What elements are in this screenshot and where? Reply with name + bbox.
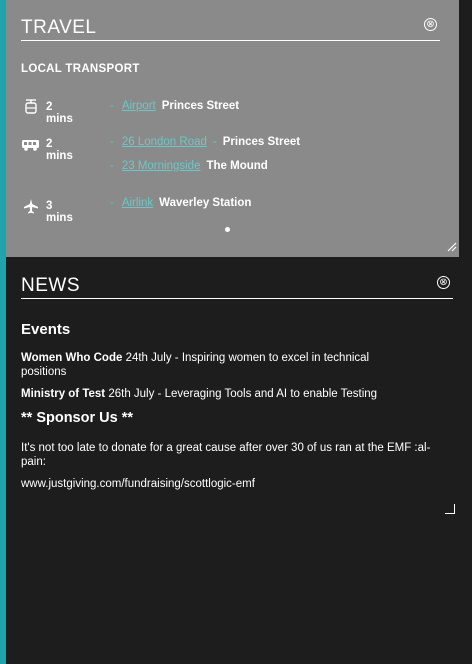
pager-dot[interactable] xyxy=(225,227,230,232)
sponsor-text: It's not too late to donate for a great … xyxy=(21,442,431,468)
news-close-icon[interactable]: ⊗ xyxy=(437,276,450,289)
event-item: Women Who Code 24th July - Inspiring wom… xyxy=(21,351,416,379)
event-item: Ministry of Test 26th July - Leveraging … xyxy=(21,387,416,401)
news-title: NEWS xyxy=(21,275,80,296)
travel-panel: TRAVEL ⊗ LOCAL TRANSPORT 2 mins - Airport… xyxy=(6,0,459,257)
sponsor-heading: ** Sponsor Us ** xyxy=(21,410,133,426)
airplane-icon xyxy=(24,199,38,214)
travel-close-icon[interactable]: ⊗ xyxy=(424,18,437,31)
route-line: - Airport Princes Street xyxy=(110,100,240,112)
news-header: NEWS ⊗ xyxy=(21,270,453,299)
resize-handle-icon[interactable] xyxy=(445,504,455,514)
transport-time: 3 mins xyxy=(46,200,73,224)
route-service-link[interactable]: Airport xyxy=(122,100,156,112)
local-transport-label: LOCAL TRANSPORT xyxy=(21,63,140,75)
route-service-link[interactable]: 23 Morningside xyxy=(122,160,201,172)
tram-icon xyxy=(25,99,37,114)
news-panel: NEWS ⊗ Events Women Who Code 24th July -… xyxy=(6,257,472,664)
event-name: Ministry of Test xyxy=(21,388,106,400)
event-text: 26th July - Leveraging Tools and AI to e… xyxy=(105,388,378,400)
route-destination: Waverley Station xyxy=(159,197,252,209)
travel-title: TRAVEL xyxy=(21,17,97,38)
route-service-link[interactable]: Airlink xyxy=(122,197,153,209)
transport-time: 2 mins xyxy=(46,138,73,162)
route-destination: The Mound xyxy=(206,160,268,172)
events-heading: Events xyxy=(21,321,71,338)
resize-handle-icon[interactable] xyxy=(447,242,457,252)
route-service-link[interactable]: 26 London Road xyxy=(122,136,207,148)
route-destination: Princes Street xyxy=(161,100,240,112)
route-destination: Princes Street xyxy=(222,136,301,148)
event-name: Women Who Code xyxy=(21,352,123,364)
travel-header: TRAVEL ⊗ xyxy=(21,12,440,41)
route-line: - Airlink Waverley Station xyxy=(110,197,252,209)
sponsor-link[interactable]: www.justgiving.com/fundraising/scottlogi… xyxy=(21,478,255,490)
route-line: -23 Morningside The Mound xyxy=(110,160,268,172)
route-line: -26 London Road - Princes Street xyxy=(110,136,301,148)
transport-time: 2 mins xyxy=(46,101,73,125)
bus-icon xyxy=(22,140,39,151)
